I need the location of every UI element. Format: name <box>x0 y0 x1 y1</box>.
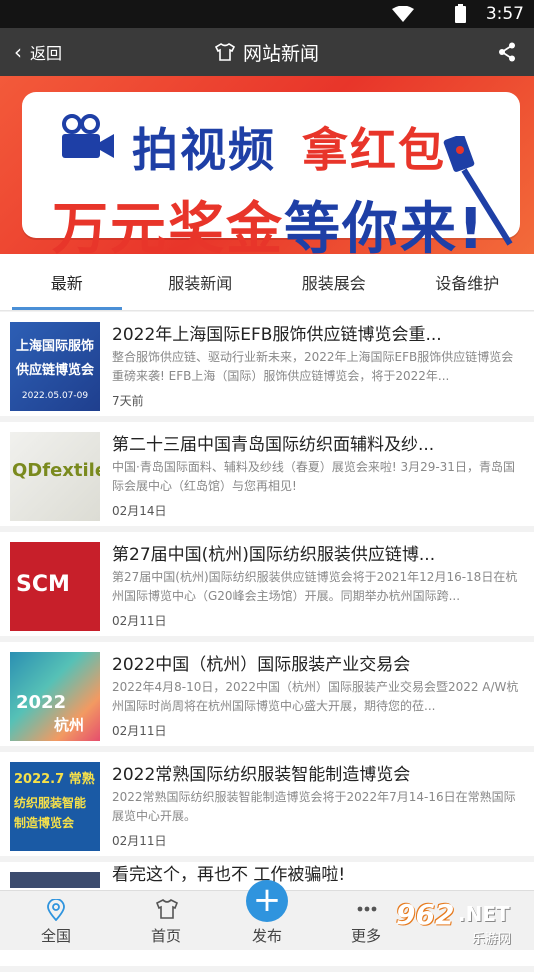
news-thumbnail: QDfextile <box>10 432 100 521</box>
news-item[interactable]: 上海国际服饰 供应链博览会 2022.05.07-09 2022年上海国际EFB… <box>0 312 534 416</box>
nav-more[interactable]: 更多 <box>326 891 406 950</box>
news-title: 第二十三届中国青岛国际纺织面辅料及纱... <box>112 430 522 455</box>
selfie-stick-icon <box>440 136 520 246</box>
banner-headline-1: 拍视频拿红包 <box>132 114 446 180</box>
banner-headline-1b: 拿红包 <box>302 123 446 177</box>
news-title: 看完这个，再也不 工作被骗啦! <box>112 860 522 885</box>
tab-latest[interactable]: 最新 <box>0 254 134 310</box>
thumb-text: 纺织服装智能 <box>14 794 86 811</box>
watermark-site: 乐游网 <box>472 928 511 947</box>
site-watermark: 962 .NET 乐游网 <box>396 896 530 946</box>
news-thumbnail: 2022 杭州 <box>10 652 100 741</box>
news-thumbnail: SCM <box>10 542 100 631</box>
banner-headline-1a: 拍视频 <box>132 123 276 177</box>
tab-clothing-news[interactable]: 服装新闻 <box>134 254 268 310</box>
thumb-text: 2022.05.07-09 <box>14 388 96 405</box>
shirt-icon <box>156 899 178 919</box>
post-fab-button[interactable]: + <box>246 880 288 922</box>
news-date: 02月11日 <box>112 722 167 739</box>
news-summary: 整合服饰供应链、驱动行业新未来，2022年上海国际EFB服饰供应链博览会重磅来袭… <box>112 348 522 386</box>
news-title: 2022常熟国际纺织服装智能制造博览会 <box>112 760 522 785</box>
news-date: 02月11日 <box>112 612 167 629</box>
news-summary: 2022常熟国际纺织服装智能制造博览会将于2022年7月14-16日在常熟国际展… <box>112 788 522 826</box>
nav-label: 首页 <box>126 925 206 946</box>
battery-icon <box>455 6 466 23</box>
location-icon <box>46 899 66 921</box>
news-date: 7天前 <box>112 392 144 409</box>
news-title: 2022年上海国际EFB服饰供应链博览会重... <box>112 320 522 345</box>
thumb-text: 供应链博览会 <box>14 362 96 379</box>
news-list: 上海国际服饰 供应链博览会 2022.05.07-09 2022年上海国际EFB… <box>0 312 534 972</box>
category-tabs: 最新 服装新闻 服装展会 设备维护 <box>0 254 534 311</box>
app-bar: ‹ 返回 网站新闻 <box>0 28 534 76</box>
news-date: 02月11日 <box>112 832 167 849</box>
thumb-text: SCM <box>16 572 70 597</box>
news-thumbnail <box>10 872 100 888</box>
thumb-text: 制造博览会 <box>14 814 74 831</box>
news-thumbnail: 2022.7 常熟 纺织服装智能 制造博览会 <box>10 762 100 851</box>
watermark-number: 962 <box>396 898 454 931</box>
nav-label: 全国 <box>16 925 96 946</box>
news-item[interactable]: QDfextile 第二十三届中国青岛国际纺织面辅料及纱... 中国·青岛国际面… <box>0 422 534 526</box>
thumb-text: 杭州 <box>54 714 84 735</box>
news-thumbnail: 上海国际服饰 供应链博览会 2022.05.07-09 <box>10 322 100 411</box>
thumb-text: QDfextile <box>12 460 100 481</box>
shirt-icon <box>215 43 235 61</box>
news-summary: 2022年4月8-10日，2022中国（杭州）国际服装产业交易会暨2022 A/… <box>112 678 522 716</box>
news-summary: 中国·青岛国际面料、辅料及纱线（春夏）展览会来啦! 3月29-31日，青岛国际会… <box>112 458 522 496</box>
nav-nationwide[interactable]: 全国 <box>16 891 96 950</box>
nav-label: 发布 <box>227 925 307 946</box>
banner-headline-2a: 万元奖金 <box>52 197 284 254</box>
news-title: 2022中国（杭州）国际服装产业交易会 <box>112 650 522 675</box>
news-item[interactable]: 2022.7 常熟 纺织服装智能 制造博览会 2022常熟国际纺织服装智能制造博… <box>0 752 534 856</box>
thumb-text: 2022 <box>16 692 66 713</box>
news-item[interactable]: SCM 第27届中国(杭州)国际纺织服装供应链博... 第27届中国(杭州)国际… <box>0 532 534 636</box>
clock: 3:57 <box>486 4 524 24</box>
thumb-text: 2022.7 常熟 <box>14 768 95 787</box>
banner-headline-2: 万元奖金等你来! <box>52 184 486 254</box>
share-icon[interactable] <box>498 42 516 62</box>
promo-banner[interactable]: 拍视频拿红包 万元奖金等你来! <box>0 76 534 254</box>
watermark-suffix: .NET <box>458 902 510 926</box>
news-summary: 第27届中国(杭州)国际纺织服装供应链博览会将于2021年12月16-18日在杭… <box>112 568 522 606</box>
tab-clothing-expo[interactable]: 服装展会 <box>267 254 401 310</box>
nav-home[interactable]: 首页 <box>126 891 206 950</box>
news-title: 第27届中国(杭州)国际纺织服装供应链博... <box>112 540 522 565</box>
more-icon <box>356 899 378 919</box>
thumb-text: 上海国际服饰 <box>14 338 96 355</box>
news-date: 02月14日 <box>112 502 167 519</box>
news-item[interactable]: 2022 杭州 2022中国（杭州）国际服装产业交易会 2022年4月8-10日… <box>0 642 534 746</box>
nav-label: 更多 <box>326 925 406 946</box>
plus-icon: + <box>253 880 282 920</box>
tab-equipment-maintenance[interactable]: 设备维护 <box>401 254 534 310</box>
status-bar: 3:57 <box>0 0 534 28</box>
page-title: 网站新闻 <box>243 39 319 66</box>
title-wrap: 网站新闻 <box>0 28 534 76</box>
wifi-icon <box>392 6 414 22</box>
video-camera-icon <box>58 114 118 162</box>
